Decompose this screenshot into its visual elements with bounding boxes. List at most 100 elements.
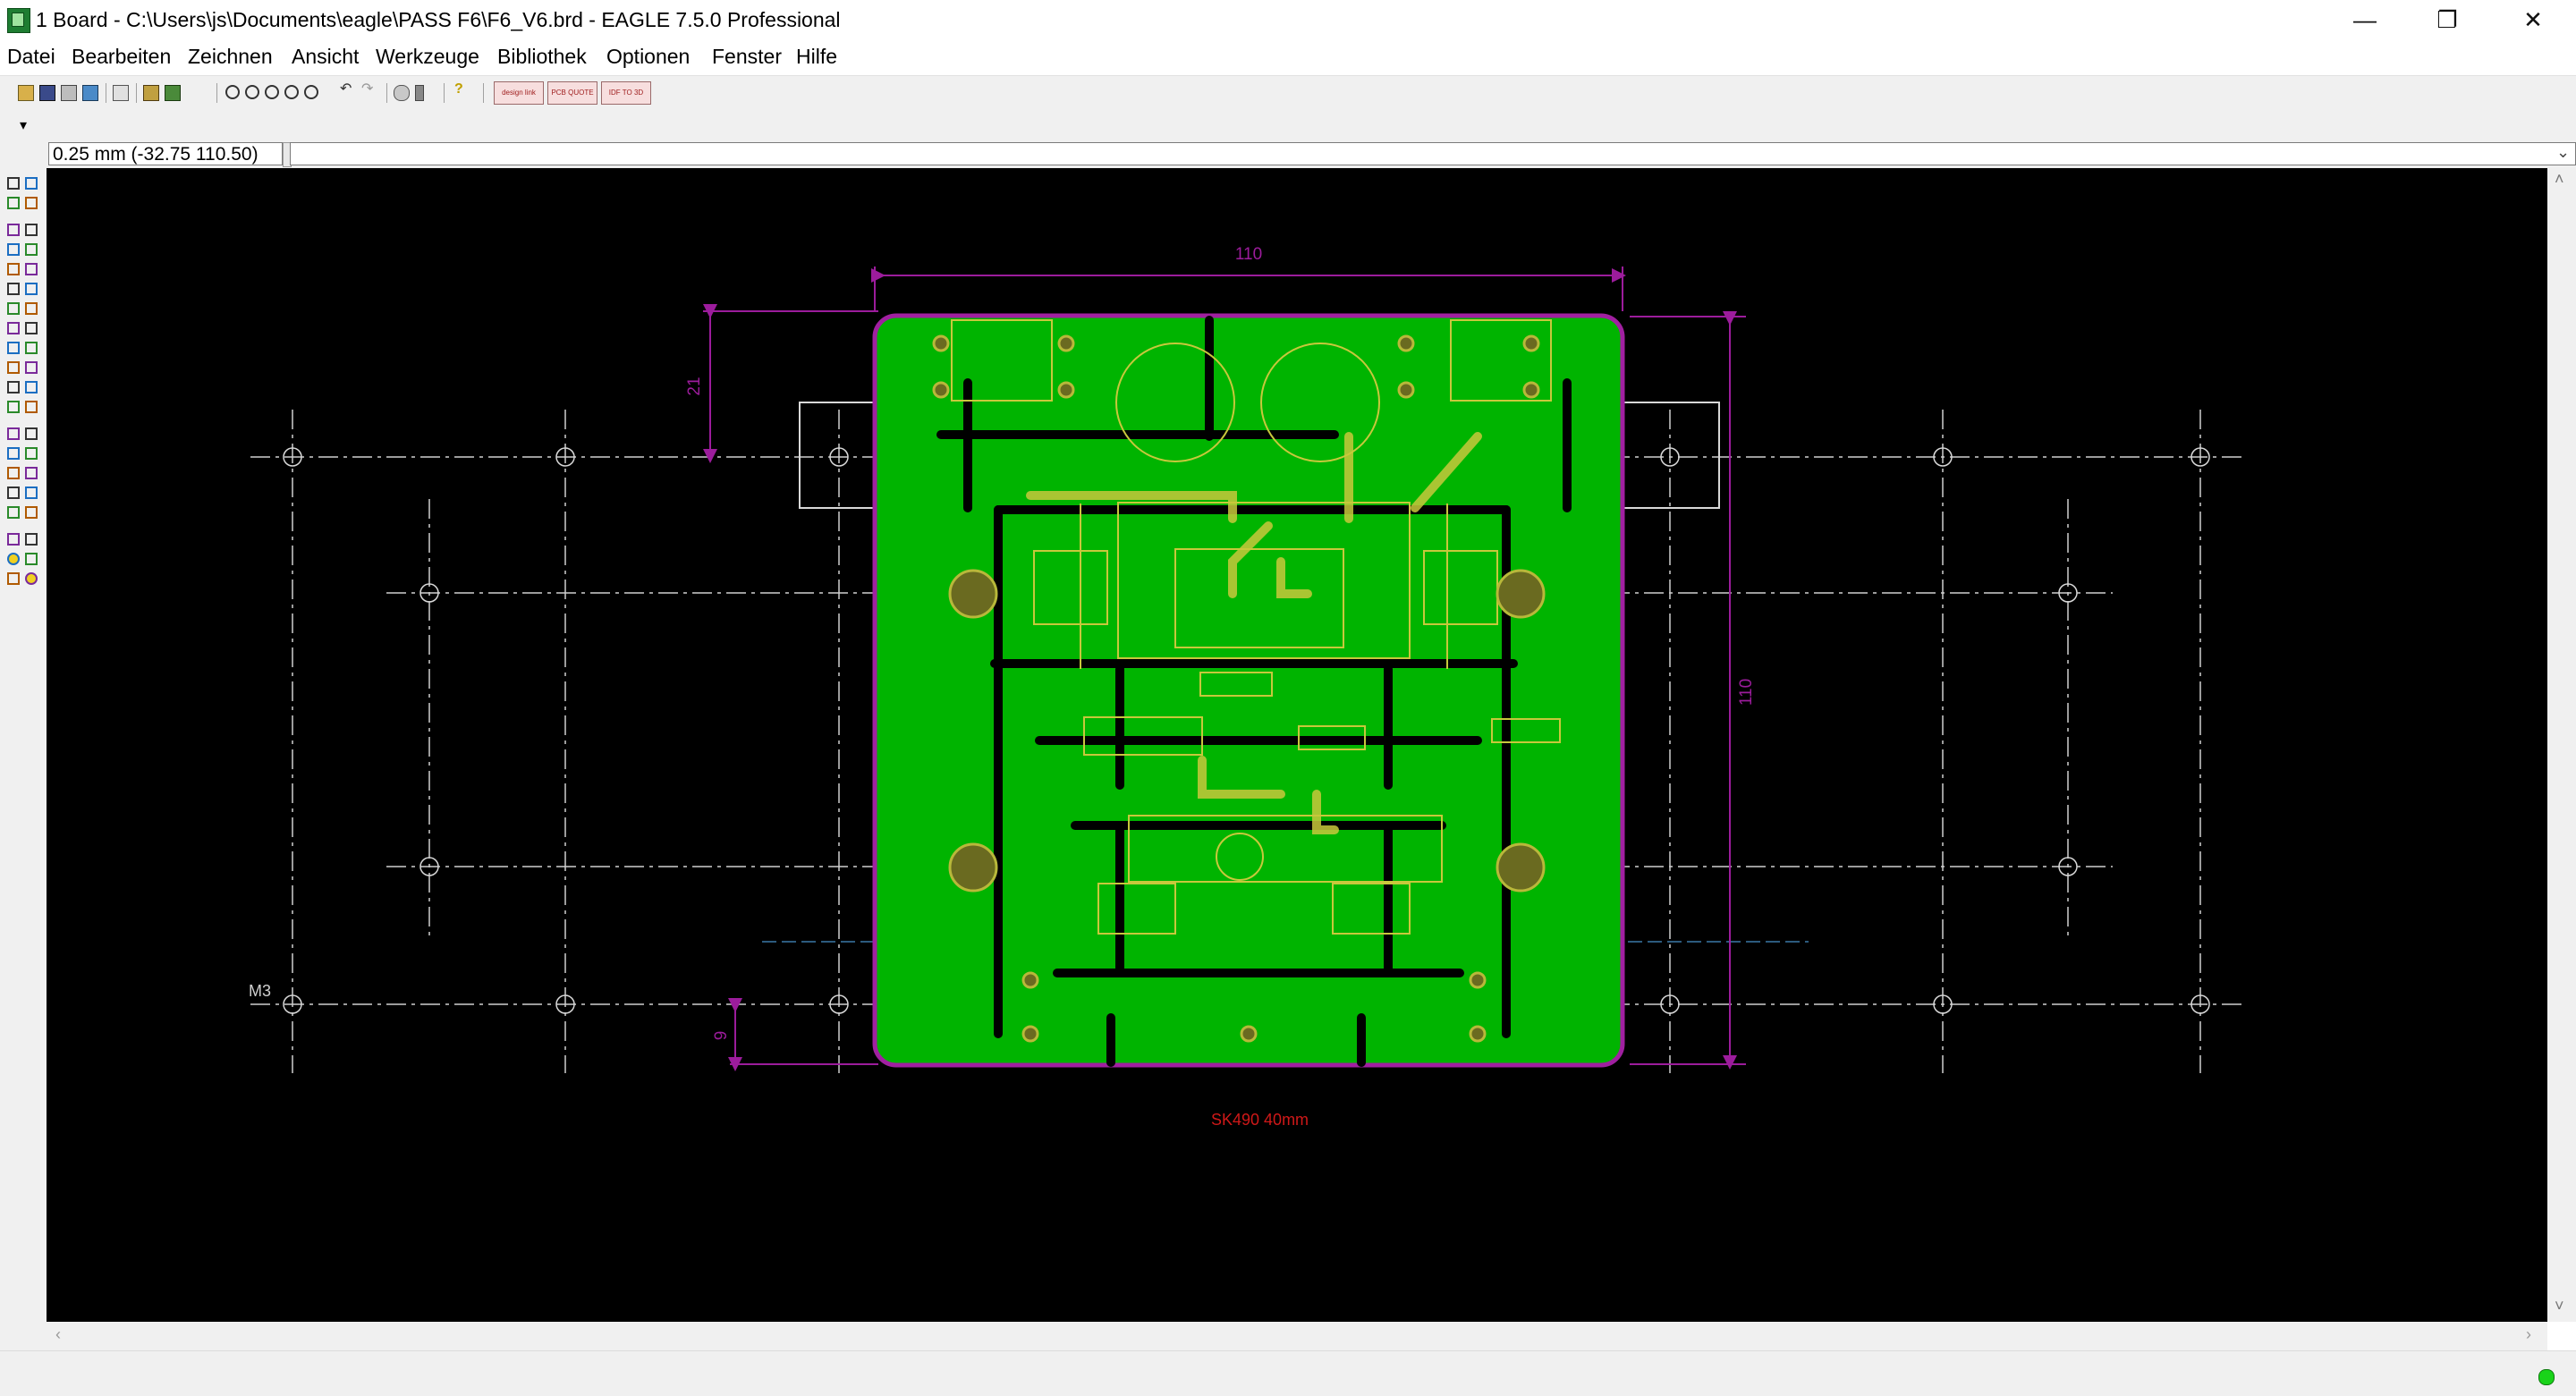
minimize-button[interactable]: — — [2324, 0, 2406, 41]
wire-icon[interactable] — [7, 427, 20, 440]
rotate-icon[interactable] — [25, 243, 38, 256]
menu-bearbeiten[interactable]: Bearbeiten — [72, 45, 171, 69]
move-icon[interactable] — [7, 224, 20, 236]
menu-datei[interactable]: Datei — [7, 45, 55, 69]
paste-icon[interactable] — [7, 283, 20, 295]
command-history-dropdown-icon[interactable]: ⌄ — [2556, 143, 2570, 162]
menu-fenster[interactable]: Fenster — [712, 45, 782, 69]
scroll-up-icon[interactable]: ˄ — [2555, 170, 2564, 189]
menu-zeichnen[interactable]: Zeichnen — [188, 45, 273, 69]
text-icon[interactable] — [25, 427, 38, 440]
coordinate-display: 0.25 mm (-32.75 110.50) — [48, 142, 283, 165]
zoom-redraw-icon[interactable] — [284, 85, 299, 99]
save-icon[interactable] — [39, 85, 55, 101]
idf-to-3d-button[interactable]: IDF TO 3D — [601, 81, 651, 105]
script-icon[interactable] — [143, 85, 159, 101]
menu-werkzeuge[interactable]: Werkzeuge — [376, 45, 479, 69]
zoom-select-icon[interactable] — [304, 85, 318, 99]
add-icon[interactable] — [7, 302, 20, 315]
run-ulp-icon[interactable] — [165, 85, 181, 101]
toolbar-separator — [136, 83, 137, 103]
arc-icon[interactable] — [25, 447, 38, 460]
signal-icon[interactable] — [25, 486, 38, 499]
group-icon[interactable] — [7, 263, 20, 275]
heatsink-label: SK490 40mm — [1211, 1111, 1309, 1129]
erc-icon[interactable] — [25, 553, 38, 565]
dim-left-bottom-label: 9 — [712, 1031, 731, 1041]
status-bar — [0, 1350, 2576, 1396]
mark-icon[interactable] — [25, 197, 38, 209]
rect-icon[interactable] — [7, 467, 20, 479]
stop-icon[interactable] — [394, 85, 410, 101]
miter-icon[interactable] — [25, 361, 38, 374]
value-icon[interactable] — [25, 342, 38, 354]
dim-height-label: 110 — [1737, 679, 1756, 706]
via-icon[interactable] — [7, 486, 20, 499]
show-icon[interactable] — [25, 177, 38, 190]
vertical-scrollbar[interactable]: ˄ ˅ — [2547, 168, 2576, 1322]
split-icon[interactable] — [7, 381, 20, 393]
go-icon[interactable] — [415, 85, 424, 101]
horizontal-scrollbar[interactable]: ‹ › — [47, 1322, 2547, 1350]
toolbar-separator — [483, 83, 484, 103]
dim-left-top-label: 21 — [685, 376, 704, 395]
open-icon[interactable] — [18, 85, 34, 101]
pinswap-icon[interactable] — [25, 302, 38, 315]
scroll-down-icon[interactable]: ˅ — [2555, 1297, 2564, 1316]
ratsnest-icon[interactable] — [25, 533, 38, 546]
cam-icon[interactable] — [82, 85, 98, 101]
board-schematic-icon[interactable] — [113, 85, 129, 101]
scroll-right-icon[interactable]: › — [2526, 1325, 2531, 1344]
zoom-out-icon[interactable] — [265, 85, 279, 99]
board-drawing[interactable]: 110 21 110 9 M3 SK490 40mm — [47, 168, 2547, 1322]
parameter-toolbar: ▾ — [0, 107, 2576, 141]
layer-dropdown-icon[interactable]: ▾ — [20, 116, 27, 134]
attribute-icon[interactable] — [25, 506, 38, 519]
redo-icon[interactable]: ↷ — [361, 82, 376, 97]
scroll-left-icon[interactable]: ‹ — [55, 1325, 61, 1344]
command-input[interactable] — [290, 142, 2576, 165]
copy-icon[interactable] — [25, 224, 38, 236]
drc-icon[interactable] — [7, 572, 20, 585]
replace-icon[interactable] — [7, 322, 20, 334]
dim-width-label: 110 — [1235, 245, 1262, 264]
close-button[interactable]: ✕ — [2492, 0, 2574, 41]
display-layers-icon[interactable] — [7, 197, 20, 209]
mirror-icon[interactable] — [7, 243, 20, 256]
action-toolbar: ↶ ↷ ? design link PCB QUOTE IDF TO 3D — [0, 75, 2576, 108]
optimize-icon[interactable] — [25, 381, 38, 393]
dimension-icon[interactable] — [7, 533, 20, 546]
eagle-app-icon[interactable] — [7, 8, 30, 33]
lock-icon[interactable] — [25, 322, 38, 334]
auto-icon[interactable] — [7, 553, 20, 565]
ripup-icon[interactable] — [25, 401, 38, 413]
toolbar-separator — [444, 83, 445, 103]
help-icon[interactable]: ? — [454, 82, 469, 97]
print-icon[interactable] — [61, 85, 77, 101]
circle-icon[interactable] — [7, 447, 20, 460]
smash-icon[interactable] — [7, 361, 20, 374]
route-icon[interactable] — [7, 401, 20, 413]
polygon-icon[interactable] — [25, 467, 38, 479]
board-canvas[interactable]: 110 21 110 9 M3 SK490 40mm — [47, 168, 2547, 1322]
pcb-quote-button[interactable]: PCB QUOTE — [547, 81, 597, 105]
menu-bar: Datei Bearbeiten Zeichnen Ansicht Werkze… — [0, 41, 2576, 73]
zoom-fit-icon[interactable] — [225, 85, 240, 99]
toolbar-separator — [216, 83, 217, 103]
menu-hilfe[interactable]: Hilfe — [796, 45, 837, 69]
change-icon[interactable] — [25, 263, 38, 275]
restore-button[interactable]: ❐ — [2406, 0, 2488, 41]
undo-icon[interactable]: ↶ — [340, 82, 354, 97]
zoom-in-icon[interactable] — [245, 85, 259, 99]
menu-optionen[interactable]: Optionen — [606, 45, 690, 69]
errors-icon[interactable] — [25, 572, 38, 585]
menu-ansicht[interactable]: Ansicht — [292, 45, 359, 69]
designlink-button[interactable]: design link — [494, 81, 544, 105]
hole-icon[interactable] — [7, 506, 20, 519]
name-icon[interactable] — [7, 342, 20, 354]
info-icon[interactable] — [7, 177, 20, 190]
transistor-tab-right — [1614, 402, 1720, 509]
window-title: 1 Board - C:\Users\js\Documents\eagle\PA… — [36, 8, 841, 31]
menu-bibliothek[interactable]: Bibliothek — [497, 45, 587, 69]
delete-icon[interactable] — [25, 283, 38, 295]
